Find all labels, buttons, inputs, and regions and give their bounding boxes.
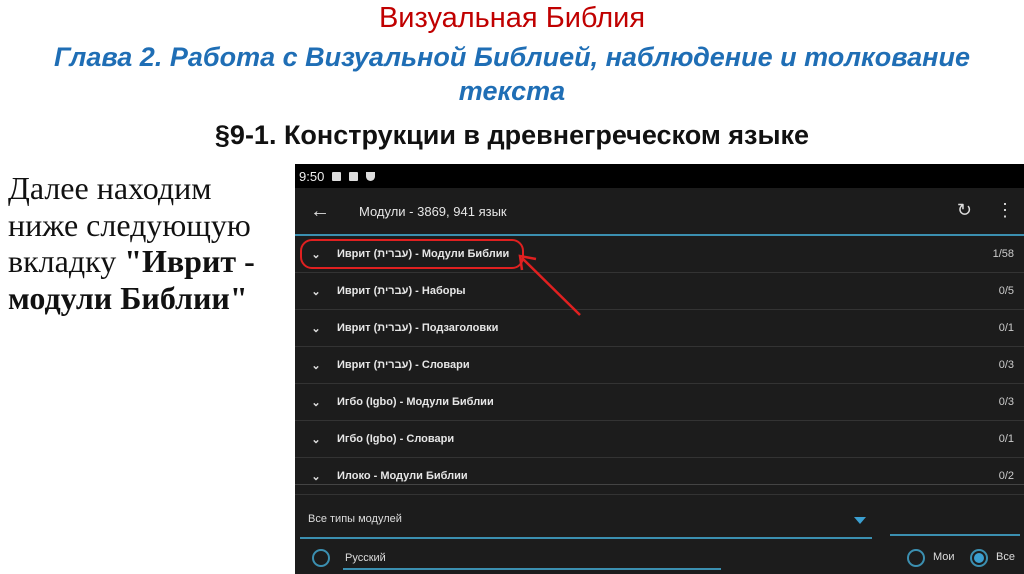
a-icon: [349, 171, 359, 181]
group-count: 0/5: [998, 285, 1014, 297]
radio-all[interactable]: [970, 549, 988, 567]
chevron-down-icon: ⌄: [311, 396, 321, 409]
module-group-row[interactable]: ⌄ Иврит (עברית) - Наборы 0/5: [295, 273, 1024, 310]
module-type-value: Все типы модулей: [308, 513, 402, 525]
language-input[interactable]: Русский: [343, 547, 721, 570]
dropdown-triangle-icon: [854, 517, 866, 524]
group-label: Илоко - Модули Библии: [337, 470, 468, 482]
filter-panel: Все типы модулей Русский Мои Все: [295, 484, 1024, 574]
group-count: 0/3: [998, 359, 1014, 371]
group-label: Иврит (עברית) - Подзаголовки: [337, 322, 499, 334]
chevron-down-icon: ⌄: [311, 285, 321, 298]
group-label: Игбо (Igbo) - Словари: [337, 433, 455, 445]
module-group-row[interactable]: ⌄ Игбо (Igbo) - Модули Библии 0/3: [295, 384, 1024, 421]
chevron-down-icon: ⌄: [311, 322, 321, 335]
group-count: 0/1: [998, 433, 1014, 445]
slide-subtitle: Глава 2. Работа с Визуальной Библией, на…: [53, 42, 970, 106]
module-type-select[interactable]: Все типы модулей: [300, 499, 872, 539]
module-group-row[interactable]: ⌄ Иврит (עברית) - Подзаголовки 0/1: [295, 310, 1024, 347]
group-count: 0/2: [998, 470, 1014, 482]
module-group-list: ⌄ Иврит (עברית) - Модули Библии 1/58 ⌄ Иврит…: [295, 236, 1024, 495]
more-vert-icon[interactable]: ⋮: [996, 200, 1014, 221]
module-group-row[interactable]: ⌄ Иврит (עברית) - Словари 0/3: [295, 347, 1024, 384]
group-label: Иврит (עברית) - Наборы: [337, 285, 466, 297]
slide-title: Визуальная Библия: [378, 2, 646, 34]
module-group-row[interactable]: ⌄ Игбо (Igbo) - Словари 0/1: [295, 421, 1024, 458]
secondary-field-underline[interactable]: [890, 534, 1020, 536]
image-icon: [332, 171, 342, 181]
chevron-down-icon: ⌄: [311, 433, 321, 446]
toolbar: ← Модули - 3869, 941 язык ↻ ⋮: [295, 188, 1024, 234]
status-bar: 9:50: [295, 164, 1024, 188]
language-value: Русский: [345, 552, 386, 564]
instruction-text: Далее находим ниже следующую вкладку "Ив…: [8, 170, 278, 316]
language-checkbox[interactable]: [312, 549, 330, 567]
toolbar-title: Модули - 3869, 941 язык: [359, 203, 507, 219]
module-group-row[interactable]: ⌄ Иврит (עברית) - Модули Библии 1/58: [295, 236, 1024, 273]
group-count: 0/1: [998, 322, 1014, 334]
radio-all-label: Все: [996, 551, 1015, 563]
chevron-down-icon: ⌄: [311, 359, 321, 372]
group-count: 1/58: [992, 248, 1014, 260]
refresh-icon[interactable]: ↻: [957, 200, 972, 221]
chevron-down-icon: ⌄: [311, 470, 321, 483]
group-label: Иврит (עברית) - Словари: [337, 359, 470, 371]
group-label: Игбо (Igbo) - Модули Библии: [337, 396, 494, 408]
phone-screenshot: 9:50 ← Модули - 3869, 941 язык ↻ ⋮ ⌄ Иври…: [295, 164, 1024, 574]
shield-icon: [366, 171, 376, 181]
red-highlight-ellipse: [300, 239, 524, 269]
status-time: 9:50: [299, 168, 325, 184]
group-count: 0/3: [998, 396, 1014, 408]
radio-mine-label: Мои: [933, 551, 955, 563]
back-arrow-icon[interactable]: ←: [295, 200, 345, 223]
radio-mine[interactable]: [907, 549, 925, 567]
section-heading: §9-1. Конструкции в древнегреческом язык…: [214, 120, 810, 150]
